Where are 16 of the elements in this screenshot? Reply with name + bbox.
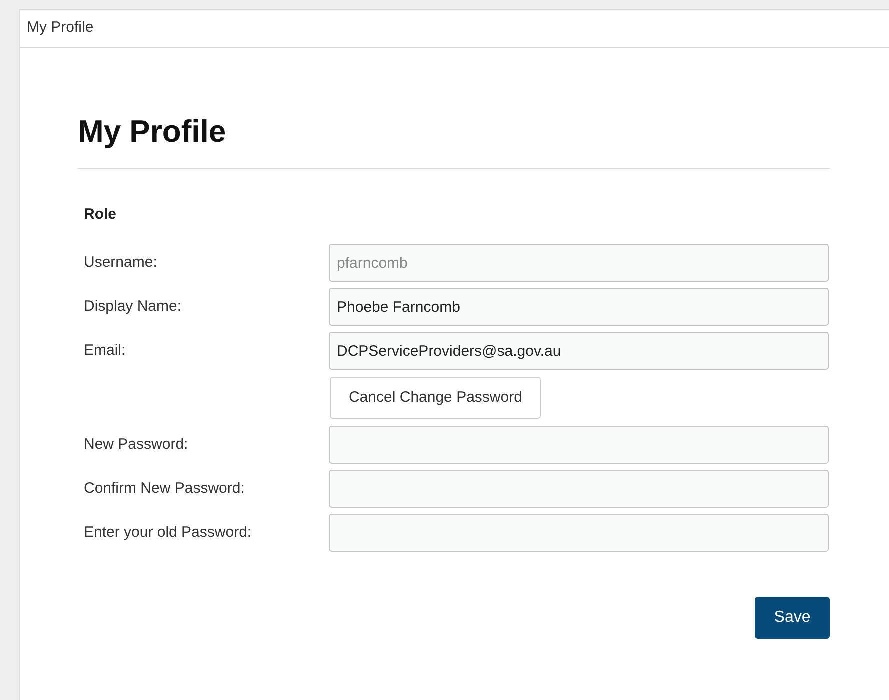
- page-heading: My Profile: [78, 113, 228, 151]
- input-field[interactable]: DCPServiceProviders@sa.gov.au: [329, 332, 829, 370]
- input-field[interactable]: [329, 470, 829, 508]
- field-label: New Password:: [84, 434, 190, 455]
- input-field[interactable]: Phoebe Farncomb: [329, 288, 829, 326]
- input-field[interactable]: [329, 514, 829, 552]
- save-button[interactable]: Save: [755, 597, 830, 639]
- field-label: Email:: [84, 340, 127, 361]
- input-field[interactable]: [329, 426, 829, 464]
- cancel-change-password-button[interactable]: Cancel Change Password: [330, 377, 542, 419]
- window-title: My Profile: [27, 18, 94, 38]
- field-label: Confirm New Password:: [84, 478, 246, 499]
- section-heading: Role: [84, 205, 117, 225]
- field-label: Enter your old Password:: [84, 522, 253, 543]
- field-label: Username:: [84, 252, 158, 273]
- field-label: Display Name:: [84, 296, 183, 317]
